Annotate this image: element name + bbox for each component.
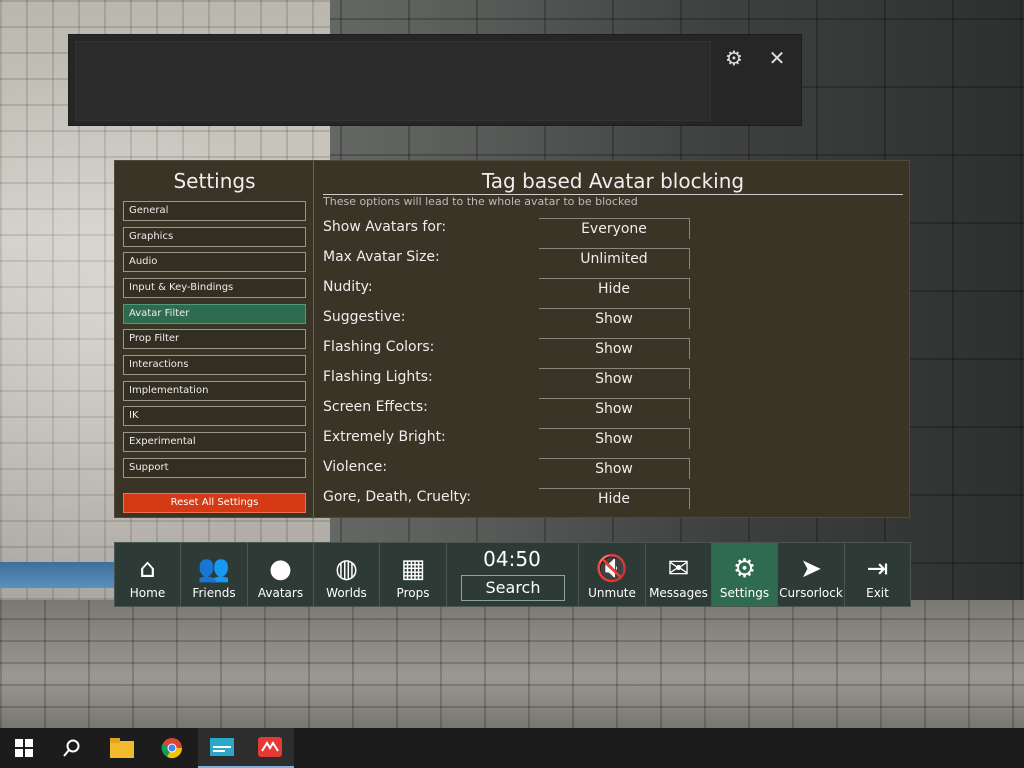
top-panel	[68, 34, 802, 126]
flashing-lights-label: Flashing Lights:	[323, 369, 433, 385]
flashing-lights-select[interactable]: Show	[539, 368, 690, 389]
sidebar-title: Settings	[173, 169, 256, 193]
nav-exit[interactable]: ⇥ Exit	[845, 543, 910, 606]
sidebar-item-support[interactable]: Support	[123, 458, 306, 478]
nav-cursorlock-label: Cursorlock	[779, 586, 843, 600]
close-icon[interactable]: ✕	[763, 44, 791, 72]
settings-sidebar: Settings General Graphics Audio Input & …	[115, 161, 314, 519]
chrome-icon[interactable]	[148, 728, 196, 768]
sidebar-item-interactions[interactable]: Interactions	[123, 355, 306, 375]
settings-window: Settings General Graphics Audio Input & …	[114, 160, 910, 519]
violence-select[interactable]: Show	[539, 458, 690, 479]
nav-unmute[interactable]: 🔇 Unmute	[579, 543, 646, 606]
nav-settings-label: Settings	[719, 586, 770, 600]
screen-effects-label: Screen Effects:	[323, 399, 428, 415]
nav-props[interactable]: ▦ Props	[380, 543, 447, 606]
quick-menu-nav: ⌂ Home 👥 Friends ● Avatars ◍ Worlds ▦ Pr…	[114, 542, 911, 607]
windows-start-icon[interactable]	[0, 728, 48, 768]
sidebar-item-graphics[interactable]: Graphics	[123, 227, 306, 247]
nudity-select[interactable]: Hide	[539, 278, 690, 299]
gear-icon: ⚙	[732, 554, 757, 584]
sidebar-item-prop-filter[interactable]: Prop Filter	[123, 329, 306, 349]
background-floor	[0, 600, 1024, 730]
cursor-icon: ➤	[800, 554, 822, 584]
search-icon[interactable]	[48, 728, 96, 768]
nav-unmute-label: Unmute	[588, 586, 636, 600]
nav-home[interactable]: ⌂ Home	[115, 543, 181, 606]
flashing-colors-select[interactable]: Show	[539, 338, 690, 359]
nav-cursorlock[interactable]: ➤ Cursorlock	[778, 543, 845, 606]
top-panel-content	[75, 41, 711, 121]
violence-label: Violence:	[323, 459, 388, 475]
extremely-bright-label: Extremely Bright:	[323, 429, 446, 445]
sidebar-item-implementation[interactable]: Implementation	[123, 381, 306, 401]
muted-speaker-icon: 🔇	[595, 554, 629, 584]
nav-messages-label: Messages	[649, 586, 708, 600]
nav-settings[interactable]: ⚙ Settings	[712, 543, 778, 606]
suggestive-select[interactable]: Show	[539, 308, 690, 329]
sidebar-item-audio[interactable]: Audio	[123, 252, 306, 272]
max-avatar-size-label: Max Avatar Size:	[323, 249, 440, 265]
nav-avatars[interactable]: ● Avatars	[248, 543, 314, 606]
nav-home-label: Home	[129, 586, 166, 600]
nav-props-label: Props	[396, 586, 430, 600]
sidebar-item-avatar-filter[interactable]: Avatar Filter	[123, 304, 306, 324]
sidebar-item-general[interactable]: General	[123, 201, 306, 221]
gear-icon[interactable]: ⚙	[720, 44, 748, 72]
max-avatar-size-select[interactable]: Unlimited	[539, 248, 690, 269]
search-button[interactable]: Search	[461, 575, 565, 601]
clock: 04:50	[483, 547, 541, 571]
nav-worlds-label: Worlds	[326, 586, 367, 600]
nav-friends[interactable]: 👥 Friends	[181, 543, 248, 606]
flashing-colors-label: Flashing Colors:	[323, 339, 435, 355]
clock-search-group: 04:50 Search	[447, 543, 579, 606]
globe-icon: ◍	[335, 554, 358, 584]
nudity-label: Nudity:	[323, 279, 373, 295]
nav-friends-label: Friends	[192, 586, 236, 600]
windows-taskbar	[0, 728, 1024, 768]
page-title: Tag based Avatar blocking	[323, 169, 903, 195]
sidebar-item-input-key-bindings[interactable]: Input & Key-Bindings	[123, 278, 306, 298]
file-explorer-icon[interactable]	[98, 728, 146, 768]
gore-death-cruelty-label: Gore, Death, Cruelty:	[323, 489, 471, 505]
suggestive-label: Suggestive:	[323, 309, 406, 325]
screen-effects-select[interactable]: Show	[539, 398, 690, 419]
show-avatars-for-select[interactable]: Everyone	[539, 218, 690, 239]
reset-all-settings-button[interactable]: Reset All Settings	[123, 493, 306, 513]
show-avatars-for-label: Show Avatars for:	[323, 219, 447, 235]
sidebar-item-ik[interactable]: IK	[123, 406, 306, 426]
extremely-bright-select[interactable]: Show	[539, 428, 690, 449]
app-window-icon[interactable]	[198, 728, 246, 768]
gore-death-cruelty-select[interactable]: Hide	[539, 488, 690, 509]
nav-exit-label: Exit	[866, 586, 889, 600]
page-subtitle: These options will lead to the whole ava…	[323, 195, 638, 208]
chilloutvr-app-icon[interactable]	[246, 728, 294, 768]
cube-icon: ▦	[400, 554, 426, 584]
home-icon: ⌂	[139, 554, 156, 584]
nav-messages[interactable]: ✉ Messages	[646, 543, 712, 606]
avatar-icon: ●	[269, 554, 292, 584]
friends-icon: 👥	[197, 554, 231, 584]
nav-avatars-label: Avatars	[257, 586, 304, 600]
sidebar-item-experimental[interactable]: Experimental	[123, 432, 306, 452]
exit-icon: ⇥	[866, 554, 889, 584]
nav-worlds[interactable]: ◍ Worlds	[314, 543, 380, 606]
envelope-icon: ✉	[667, 554, 690, 584]
